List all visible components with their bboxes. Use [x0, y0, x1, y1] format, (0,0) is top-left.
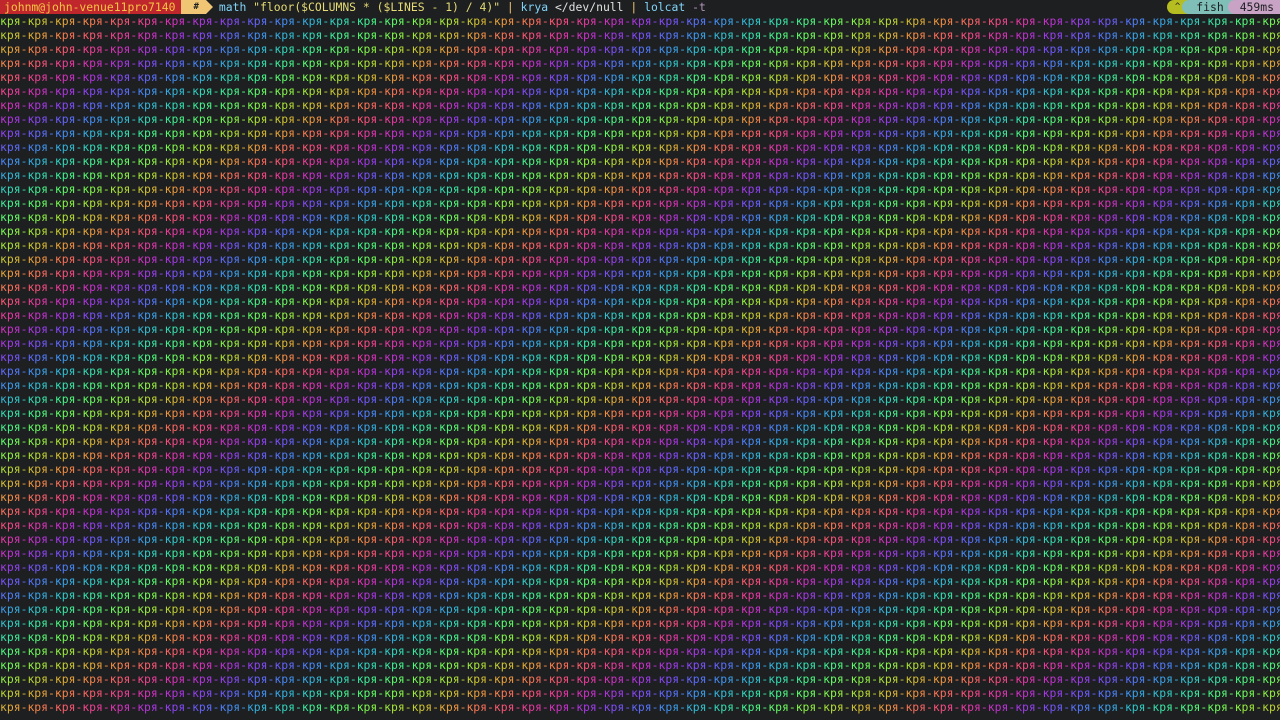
output-line: кря-кря-кря-кря-кря-кря-кря-кря-кря-кря-… [0, 378, 1280, 392]
output-line: кря-кря-кря-кря-кря-кря-кря-кря-кря-кря-… [0, 126, 1280, 140]
output-line: кря-кря-кря-кря-кря-кря-кря-кря-кря-кря-… [0, 266, 1280, 280]
output-line: кря-кря-кря-кря-кря-кря-кря-кря-кря-кря-… [0, 336, 1280, 350]
command-pipe: | [506, 0, 514, 14]
command-lolcat-arg: -t [692, 0, 706, 14]
output-line: кря-кря-кря-кря-кря-кря-кря-кря-кря-кря-… [0, 672, 1280, 686]
output-line: кря-кря-кря-кря-кря-кря-кря-кря-кря-кря-… [0, 686, 1280, 700]
output-line: кря-кря-кря-кря-кря-кря-кря-кря-кря-кря-… [0, 420, 1280, 434]
shell-name-badge: fish [1182, 0, 1234, 14]
output-line: кря-кря-кря-кря-кря-кря-кря-кря-кря-кря-… [0, 238, 1280, 252]
terminal-window[interactable]: johnm@john-venue11pro7140 # math "floor(… [0, 0, 1280, 720]
output-line: кря-кря-кря-кря-кря-кря-кря-кря-кря-кря-… [0, 504, 1280, 518]
command-math-arg: "floor($COLUMNS * ($LINES - 1) / 4)" [253, 0, 501, 14]
output-line: кря-кря-кря-кря-кря-кря-кря-кря-кря-кря-… [0, 294, 1280, 308]
output-line: кря-кря-кря-кря-кря-кря-кря-кря-кря-кря-… [0, 434, 1280, 448]
output-line: кря-кря-кря-кря-кря-кря-кря-кря-кря-кря-… [0, 182, 1280, 196]
output-line: кря-кря-кря-кря-кря-кря-кря-кря-кря-кря-… [0, 560, 1280, 574]
output-line: кря-кря-кря-кря-кря-кря-кря-кря-кря-кря-… [0, 588, 1280, 602]
command-lolcat: lolcat [644, 0, 686, 14]
output-line: кря-кря-кря-кря-кря-кря-кря-кря-кря-кря-… [0, 546, 1280, 560]
command-redirect: </dev/null [554, 0, 624, 14]
output-line: кря-кря-кря-кря-кря-кря-кря-кря-кря-кря-… [0, 476, 1280, 490]
command-pipe: | [630, 0, 638, 14]
output-line: кря-кря-кря-кря-кря-кря-кря-кря-кря-кря-… [0, 28, 1280, 42]
output-line: кря-кря-кря-кря-кря-кря-кря-кря-кря-кря-… [0, 98, 1280, 112]
output-line: кря-кря-кря-кря-кря-кря-кря-кря-кря-кря-… [0, 574, 1280, 588]
output-line: кря-кря-кря-кря-кря-кря-кря-кря-кря-кря-… [0, 602, 1280, 616]
user-host-segment: johnm@john-venue11pro7140 [0, 0, 189, 14]
command-krya: krya [520, 0, 549, 14]
output-line: кря-кря-кря-кря-кря-кря-кря-кря-кря-кря-… [0, 308, 1280, 322]
prompt-line: johnm@john-venue11pro7140 # math "floor(… [0, 0, 1280, 14]
output-line: кря-кря-кря-кря-кря-кря-кря-кря-кря-кря-… [0, 490, 1280, 504]
output-line: кря-кря-кря-кря-кря-кря-кря-кря-кря-кря-… [0, 280, 1280, 294]
output-line: кря-кря-кря-кря-кря-кря-кря-кря-кря-кря-… [0, 14, 1280, 28]
command-output: кря-кря-кря-кря-кря-кря-кря-кря-кря-кря-… [0, 14, 1280, 720]
output-line: кря-кря-кря-кря-кря-кря-кря-кря-кря-кря-… [0, 644, 1280, 658]
output-line: кря-кря-кря-кря-кря-кря-кря-кря-кря-кря-… [0, 658, 1280, 672]
output-line: кря-кря-кря-кря-кря-кря-кря-кря-кря-кря-… [0, 630, 1280, 644]
output-line: кря-кря-кря-кря-кря-кря-кря-кря-кря-кря-… [0, 70, 1280, 84]
output-line: кря-кря-кря-кря-кря-кря-кря-кря-кря-кря-… [0, 168, 1280, 182]
output-line: кря-кря-кря-кря-кря-кря-кря-кря-кря-кря-… [0, 196, 1280, 210]
output-line: кря-кря-кря-кря-кря-кря-кря-кря-кря-кря-… [0, 448, 1280, 462]
output-line: кря-кря-кря-кря-кря-кря-кря-кря-кря-кря-… [0, 154, 1280, 168]
command-math: math [218, 0, 247, 14]
output-line: кря-кря-кря-кря-кря-кря-кря-кря-кря-кря-… [0, 392, 1280, 406]
output-line: кря-кря-кря-кря-кря-кря-кря-кря-кря-кря-… [0, 322, 1280, 336]
privilege-icon: # [181, 0, 214, 14]
output-line: кря-кря-кря-кря-кря-кря-кря-кря-кря-кря-… [0, 84, 1280, 98]
output-line: кря-кря-кря-кря-кря-кря-кря-кря-кря-кря-… [0, 350, 1280, 364]
output-line: кря-кря-кря-кря-кря-кря-кря-кря-кря-кря-… [0, 252, 1280, 266]
output-line: кря-кря-кря-кря-кря-кря-кря-кря-кря-кря-… [0, 616, 1280, 630]
output-line: кря-кря-кря-кря-кря-кря-кря-кря-кря-кря-… [0, 224, 1280, 238]
output-line: кря-кря-кря-кря-кря-кря-кря-кря-кря-кря-… [0, 700, 1280, 714]
output-line: кря-кря-кря-кря-кря-кря-кря-кря-кря-кря-… [0, 462, 1280, 476]
output-line: кря-кря-кря-кря-кря-кря-кря-кря-кря-кря-… [0, 210, 1280, 224]
command-duration-badge: 459ms [1227, 0, 1280, 14]
output-line: кря-кря-кря-кря-кря-кря-кря-кря-кря-кря-… [0, 112, 1280, 126]
output-line: кря-кря-кря-кря-кря-кря-кря-кря-кря-кря-… [0, 56, 1280, 70]
right-prompt-status: ^ fish 459ms [1166, 0, 1280, 14]
command-input[interactable]: math "floor($COLUMNS * ($LINES - 1) / 4)… [206, 0, 706, 14]
output-line: кря-кря-кря-кря-кря-кря-кря-кря-кря-кря-… [0, 364, 1280, 378]
output-line: кря-кря-кря-кря-кря-кря-кря-кря-кря-кря-… [0, 532, 1280, 546]
output-line: кря-кря-кря-кря-кря-кря-кря-кря-кря-кря-… [0, 518, 1280, 532]
output-line: кря-кря-кря-кря-кря-кря-кря-кря-кря-кря-… [0, 140, 1280, 154]
output-line: кря-кря-кря-кря-кря-кря-кря-кря-кря-кря-… [0, 42, 1280, 56]
output-line: кря-кря-кря-кря-кря-кря-кря-кря-кря-кря-… [0, 406, 1280, 420]
